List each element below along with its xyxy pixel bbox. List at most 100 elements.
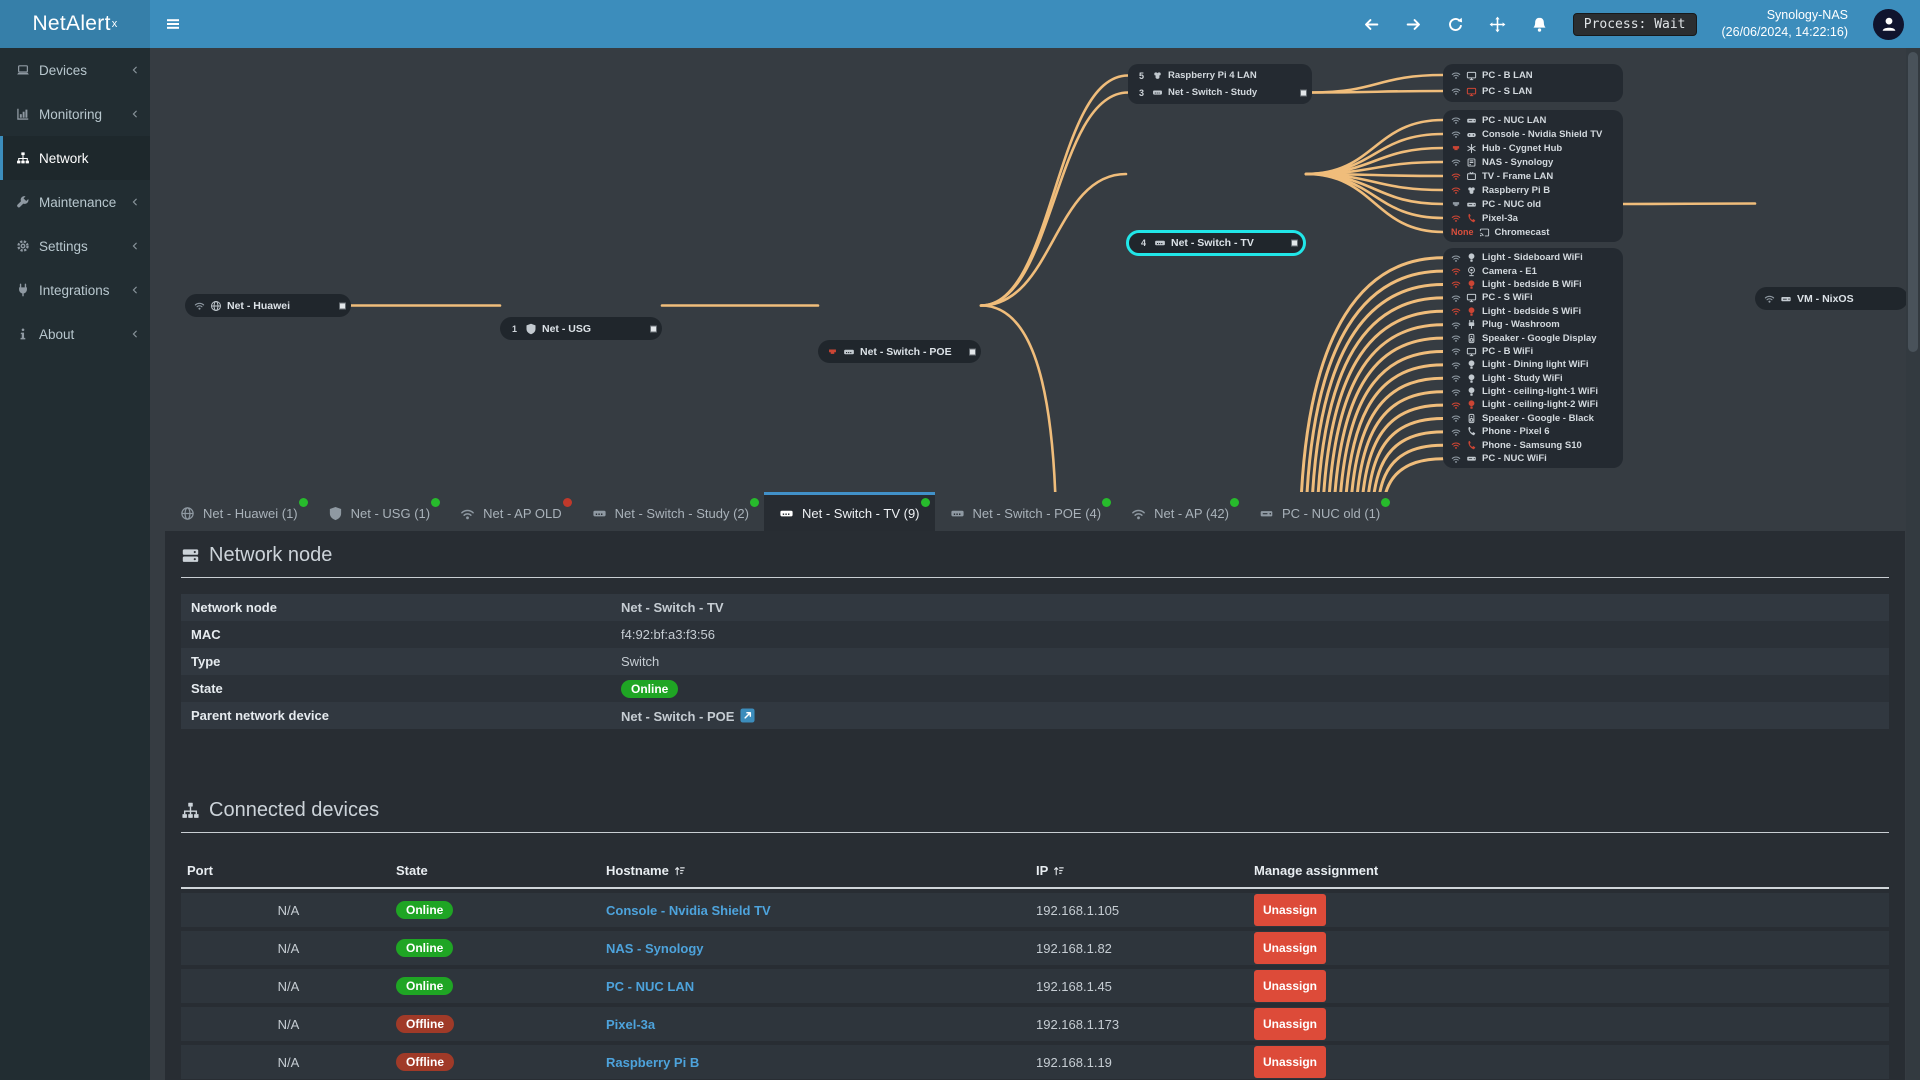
diagram-device-row-pc-s-lan[interactable]: PC - S LAN [1443,83,1623,99]
diagram-node-net-switch-poe[interactable]: Net - Switch - POE [818,340,981,363]
diagram-device-row-chromecast[interactable]: None Chromecast [1443,225,1623,239]
bulb-icon [1466,399,1477,410]
scrollbar-thumb[interactable] [1908,52,1918,352]
column-header-ip[interactable]: IP [1036,863,1254,878]
tab-net-switch-study-2[interactable]: Net - Switch - Study (2) [577,492,764,531]
network-node-details: Network node Net - Switch - TV MAC f4:92:bf… [181,594,1889,729]
back-icon[interactable] [1363,16,1380,33]
diagram-device-row-phone-pixel-6[interactable]: Phone - Pixel 6 [1443,425,1623,438]
diagram-device-row-pc-s-wifi[interactable]: PC - S WiFi [1443,291,1623,304]
section-title-text: Connected devices [209,799,380,821]
forward-icon[interactable] [1405,16,1422,33]
wifi-icon [1451,440,1461,450]
phone-icon [1466,440,1477,451]
user-avatar[interactable] [1873,8,1904,40]
sidebar-item-network[interactable]: Network [0,136,150,180]
diagram-device-row-pc-nuc-old[interactable]: PC - NUC old [1443,197,1623,211]
diagram-device-row-light-dining-light-wifi[interactable]: Light - Dining light WiFi [1443,358,1623,371]
sidebar-item-monitoring[interactable]: Monitoring [0,92,150,136]
diagram-device-row-console-nvidia-shield-tv[interactable]: Console - Nvidia Shield TV [1443,127,1623,141]
hostname-link[interactable]: NAS - Synology [606,941,704,956]
tab-net-switch-tv-9[interactable]: Net - Switch - TV (9) [764,492,935,531]
diagram-device-row-pc-nuc-wifi[interactable]: PC - NUC WiFi [1443,452,1623,465]
tab-net-ap-42[interactable]: Net - AP (42) [1116,492,1244,531]
detail-value-link[interactable]: Net - Switch - TV [621,600,724,615]
hostname-link[interactable]: Pixel-3a [606,1017,655,1032]
connector-handle[interactable] [650,325,657,332]
status-dot [298,498,308,507]
chevron-left-icon [132,242,137,250]
diagram-device-row-tv-frame-lan[interactable]: TV - Frame LAN [1443,169,1623,183]
sidebar-item-label: Monitoring [39,106,103,122]
diagram-device-row-light-study-wifi[interactable]: Light - Study WiFi [1443,372,1623,385]
unassign-button[interactable]: Unassign [1254,970,1327,1002]
connector-handle[interactable] [1300,89,1307,96]
sidebar-item-settings[interactable]: Settings [0,224,150,268]
diagram-device-row-speaker-google-black[interactable]: Speaker - Google - Black [1443,412,1623,425]
tab-net-ap-old[interactable]: Net - AP OLD [445,492,577,531]
diagram-device-row-raspberry-pi-b[interactable]: Raspberry Pi B [1443,183,1623,197]
diagram-node-net-huawei[interactable]: Net - Huawei [185,294,351,317]
diagram-device-row-light-bedside-s-wifi[interactable]: Light - bedside S WiFi [1443,305,1623,318]
device-label: Light - Dining light WiFi [1482,359,1589,371]
diagram-device-row-hub-cygnet-hub[interactable]: Hub - Cygnet Hub [1443,141,1623,155]
diagram-node-net-usg[interactable]: 1 Net - USG [500,317,662,340]
sidebar-toggle-button[interactable] [150,0,196,48]
connector-handle[interactable] [1291,239,1298,247]
diagram-device-row-plug-washroom[interactable]: Plug - Washroom [1443,318,1623,331]
diagram-device-row-camera-e1[interactable]: Camera - E1 [1443,264,1623,277]
diagram-device-row-speaker-google-display[interactable]: Speaker - Google Display [1443,331,1623,344]
bulb-icon [1466,279,1477,290]
diagram-device-row-pc-b-wifi[interactable]: PC - B WiFi [1443,345,1623,358]
diagram-device-row-nas-synology[interactable]: NAS - Synology [1443,155,1623,169]
column-header-hostname[interactable]: Hostname [606,863,1036,878]
diagram-device-row-light-ceiling-light-1-wifi[interactable]: Light - ceiling-light-1 WiFi [1443,385,1623,398]
sort-icon[interactable] [674,865,686,877]
sidebar-item-maintenance[interactable]: Maintenance [0,180,150,224]
tab-net-switch-poe-4[interactable]: Net - Switch - POE (4) [935,492,1117,531]
hostname-link[interactable]: Raspberry Pi B [606,1055,699,1070]
diagram-device-row-net-switch-study[interactable]: 3 Net - Switch - Study [1128,84,1312,101]
nas-icon [1466,157,1477,168]
sidebar-item-devices[interactable]: Devices [0,48,150,92]
external-link-icon[interactable] [740,708,755,723]
move-icon[interactable] [1489,16,1506,33]
diagram-device-row-light-sideboard-wifi[interactable]: Light - Sideboard WiFi [1443,251,1623,264]
diagram-device-row-light-ceiling-light-2-wifi[interactable]: Light - ceiling-light-2 WiFi [1443,398,1623,411]
diagram-node-vm-nixos[interactable]: VM - NixOS [1755,287,1908,310]
wifi-icon [194,300,205,311]
column-header-label: State [396,863,428,878]
nuc-icon [1780,293,1792,305]
table-row-nas-synology: N/A Online NAS - Synology 192.168.1.82 Unass… [181,931,1889,965]
sidebar-item-about[interactable]: About [0,312,150,356]
diagram-device-row-pixel-3a[interactable]: Pixel-3a [1443,211,1623,225]
app-logo[interactable]: NetAlert x [0,0,150,48]
connector-handle[interactable] [969,348,976,355]
device-label: Net - Switch - POE [860,345,952,358]
sidebar-item-integrations[interactable]: Integrations [0,268,150,312]
hostname-link[interactable]: PC - NUC LAN [606,979,694,994]
cell-port: N/A [277,978,300,994]
tab-net-usg-1[interactable]: Net - USG (1) [313,492,445,531]
connector-handle[interactable] [339,302,346,309]
unassign-button[interactable]: Unassign [1254,1008,1327,1040]
detail-value-link[interactable]: Net - Switch - POE [621,708,755,724]
diagram-node-net-switch-tv[interactable]: 4 Net - Switch - TV [1126,230,1306,256]
diagram-device-row-pc-nuc-lan[interactable]: PC - NUC LAN [1443,113,1623,127]
tab-pc-nuc-old-1[interactable]: PC - NUC old (1) [1244,492,1395,531]
tab-net-huawei-1[interactable]: Net - Huawei (1) [165,492,313,531]
nuc-icon [1466,199,1477,210]
unassign-button[interactable]: Unassign [1254,1046,1327,1078]
state-badge-online: Online [396,901,454,919]
refresh-icon[interactable] [1447,16,1464,33]
diagram-device-row-phone-samsung-s10[interactable]: Phone - Samsung S10 [1443,438,1623,451]
sort-icon[interactable] [1053,865,1065,877]
unassign-button[interactable]: Unassign [1254,894,1327,926]
device-label: Light - ceiling-light-2 WiFi [1482,399,1599,411]
diagram-device-row-pc-b-lan[interactable]: PC - B LAN [1443,67,1623,83]
hostname-link[interactable]: Console - Nvidia Shield TV [606,903,771,918]
unassign-button[interactable]: Unassign [1254,932,1327,964]
notifications-bell-icon[interactable] [1531,16,1548,33]
diagram-device-row-raspberry-pi-4-lan[interactable]: 5 Raspberry Pi 4 LAN [1128,67,1312,84]
diagram-device-row-light-bedside-b-wifi[interactable]: Light - bedside B WiFi [1443,278,1623,291]
